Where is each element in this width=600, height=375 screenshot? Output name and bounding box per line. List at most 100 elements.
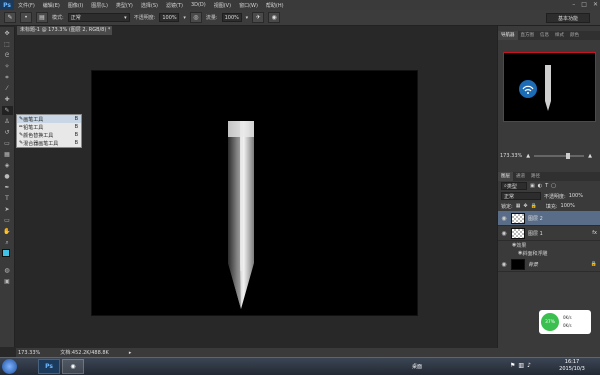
layer-row-2[interactable]: ◉ 图层 2 [498,211,600,226]
maximize-button[interactable]: □ [581,1,587,8]
document-canvas[interactable] [91,70,418,316]
tab-color[interactable]: 颜色 [567,31,582,40]
path-select-tool-icon[interactable]: ➤ [2,205,13,214]
pen-tool-icon[interactable]: ✒ [2,183,13,192]
zoom-out-icon[interactable]: ▲ [526,153,530,159]
layer-filter-select[interactable]: ⌕ 类型 [501,182,527,190]
close-button[interactable]: ✕ [593,1,598,8]
hand-tool-icon[interactable]: ✋ [2,227,13,236]
workspace-select[interactable]: 基本功能 [546,13,590,23]
fx-icon[interactable]: fx [592,230,600,236]
filter-type-icon[interactable]: T [545,183,548,189]
effect-bevel-row[interactable]: ◉ 斜面和浮雕 [498,249,600,257]
eye-icon[interactable]: ◉ [500,261,508,268]
airbrush-icon[interactable]: ✈ [252,12,265,23]
pressure-size-icon[interactable]: ◉ [268,12,281,23]
shape-tool-icon[interactable]: ▭ [2,216,13,225]
menu-view[interactable]: 视图(V) [210,2,235,9]
move-tool-icon[interactable]: ✥ [2,29,13,38]
flag-icon[interactable]: ⚑ [510,362,515,369]
filter-pixel-icon[interactable]: ▣ [530,183,535,189]
flow-field[interactable]: 100% [221,13,242,22]
marquee-tool-icon[interactable]: ⬚ [2,40,13,49]
brush-panel-icon[interactable]: ▤ [36,12,48,23]
chevron-down-icon[interactable]: ▾ [183,15,186,21]
desktop-label[interactable]: 桌面 [412,363,422,370]
zoom-in-icon[interactable]: ▲ [588,153,592,159]
filter-adjust-icon[interactable]: ◐ [538,183,542,189]
mode-select[interactable]: 正常 ▾ [67,13,130,22]
menu-file[interactable]: 文件(F) [14,2,39,9]
lock-all-icon[interactable]: 🔒 [531,203,537,209]
eyedropper-tool-icon[interactable]: ⁄ [2,84,13,93]
minimize-button[interactable]: – [572,1,575,8]
eye-icon[interactable]: ◉ [500,215,508,222]
fill-value[interactable]: 100% [561,203,575,209]
eye-icon[interactable]: ◉ [500,230,508,237]
navigator-preview[interactable] [503,52,596,122]
lock-pixels-icon[interactable]: ▦ [516,203,521,209]
crop-tool-icon[interactable]: ⌗ [2,73,13,82]
start-button[interactable] [2,359,17,374]
taskbar-clock[interactable]: 16:17 2015/10/3 [552,359,592,373]
network-icon[interactable]: ▥ [518,362,524,369]
menu-type[interactable]: 类型(Y) [112,2,137,9]
layer-row-background[interactable]: ◉ 背景 🔒 [498,257,600,272]
color-swatches[interactable] [0,248,14,264]
taskbar-photoshop[interactable]: Ps [38,359,60,374]
menu-filter[interactable]: 滤镜(T) [162,2,187,9]
status-arrow-icon[interactable]: ▸ [129,350,132,356]
volume-icon[interactable]: ♪ [527,362,531,369]
menu-help[interactable]: 帮助(H) [262,2,288,9]
flyout-item-pencil[interactable]: ✏ 铅笔工具 B [17,123,81,131]
zoom-slider-knob[interactable] [566,153,571,159]
menu-3d[interactable]: 3D(D) [187,2,210,8]
menu-image[interactable]: 图像(I) [64,2,87,9]
tab-styles[interactable]: 样式 [552,31,567,40]
taskbar-browser[interactable]: ◉ [62,359,84,374]
lasso-tool-icon[interactable]: ᘓ [2,51,13,60]
eraser-tool-icon[interactable]: ▭ [2,139,13,148]
pressure-opacity-icon[interactable]: ◎ [189,12,202,23]
quick-select-tool-icon[interactable]: ✧ [2,62,13,71]
blend-mode-select[interactable]: 正常 [501,192,541,200]
zoom-slider[interactable] [534,153,585,159]
zoom-tool-icon[interactable]: ⌕ [2,238,13,247]
document-tab[interactable]: 未标题-1 @ 173.3% (图层 2, RGB/8) * [17,26,112,35]
history-brush-icon[interactable]: ↺ [2,128,13,137]
flyout-item-mixer-brush[interactable]: ✎ 混合器画笔工具 B [17,139,81,147]
healing-tool-icon[interactable]: ✚ [2,95,13,104]
tab-channels[interactable]: 通道 [513,172,528,181]
menu-layer[interactable]: 图层(L) [87,2,112,9]
tab-paths[interactable]: 路径 [528,172,543,181]
gradient-tool-icon[interactable]: ▦ [2,150,13,159]
menu-select[interactable]: 选择(S) [137,2,162,9]
dodge-tool-icon[interactable]: ● [2,172,13,181]
type-tool-icon[interactable]: T [2,194,13,203]
navigator-zoom-value[interactable]: 173.33% [500,153,522,159]
tab-layers[interactable]: 图层 [498,172,513,181]
tab-info[interactable]: 信息 [537,31,552,40]
screen-mode-icon[interactable]: ▣ [2,277,13,286]
opacity-field[interactable]: 100% [159,13,180,22]
foreground-color-swatch[interactable] [2,249,10,257]
filter-shape-icon[interactable]: ▢ [551,183,556,189]
layer-row-1[interactable]: ◉ 图层 1 fx [498,226,600,241]
flyout-item-brush[interactable]: ✎ 画笔工具 B [17,115,81,123]
status-zoom[interactable]: 173.33% [18,350,40,356]
menu-edit[interactable]: 编辑(E) [39,2,64,9]
menu-window[interactable]: 窗口(W) [235,2,262,9]
tab-navigator[interactable]: 导航器 [498,31,518,40]
chevron-down-icon[interactable]: ▾ [246,15,249,21]
lock-position-icon[interactable]: ✥ [523,203,527,209]
quick-mask-icon[interactable]: ◍ [2,266,13,275]
brush-tool-icon[interactable]: ✎ [1,106,13,115]
brush-size-icon[interactable]: • [20,12,32,23]
brush-tool-preset-icon[interactable]: ✎ [4,12,16,23]
stamp-tool-icon[interactable]: ♙ [2,117,13,126]
blur-tool-icon[interactable]: ◈ [2,161,13,170]
effects-row[interactable]: ◉ 效果 [498,241,600,249]
network-speed-widget[interactable]: 37% 0K/s 0K/s [539,310,591,334]
flyout-item-color-replace[interactable]: ✎ 颜色替换工具 B [17,131,81,139]
layer-opacity-value[interactable]: 100% [569,193,583,199]
